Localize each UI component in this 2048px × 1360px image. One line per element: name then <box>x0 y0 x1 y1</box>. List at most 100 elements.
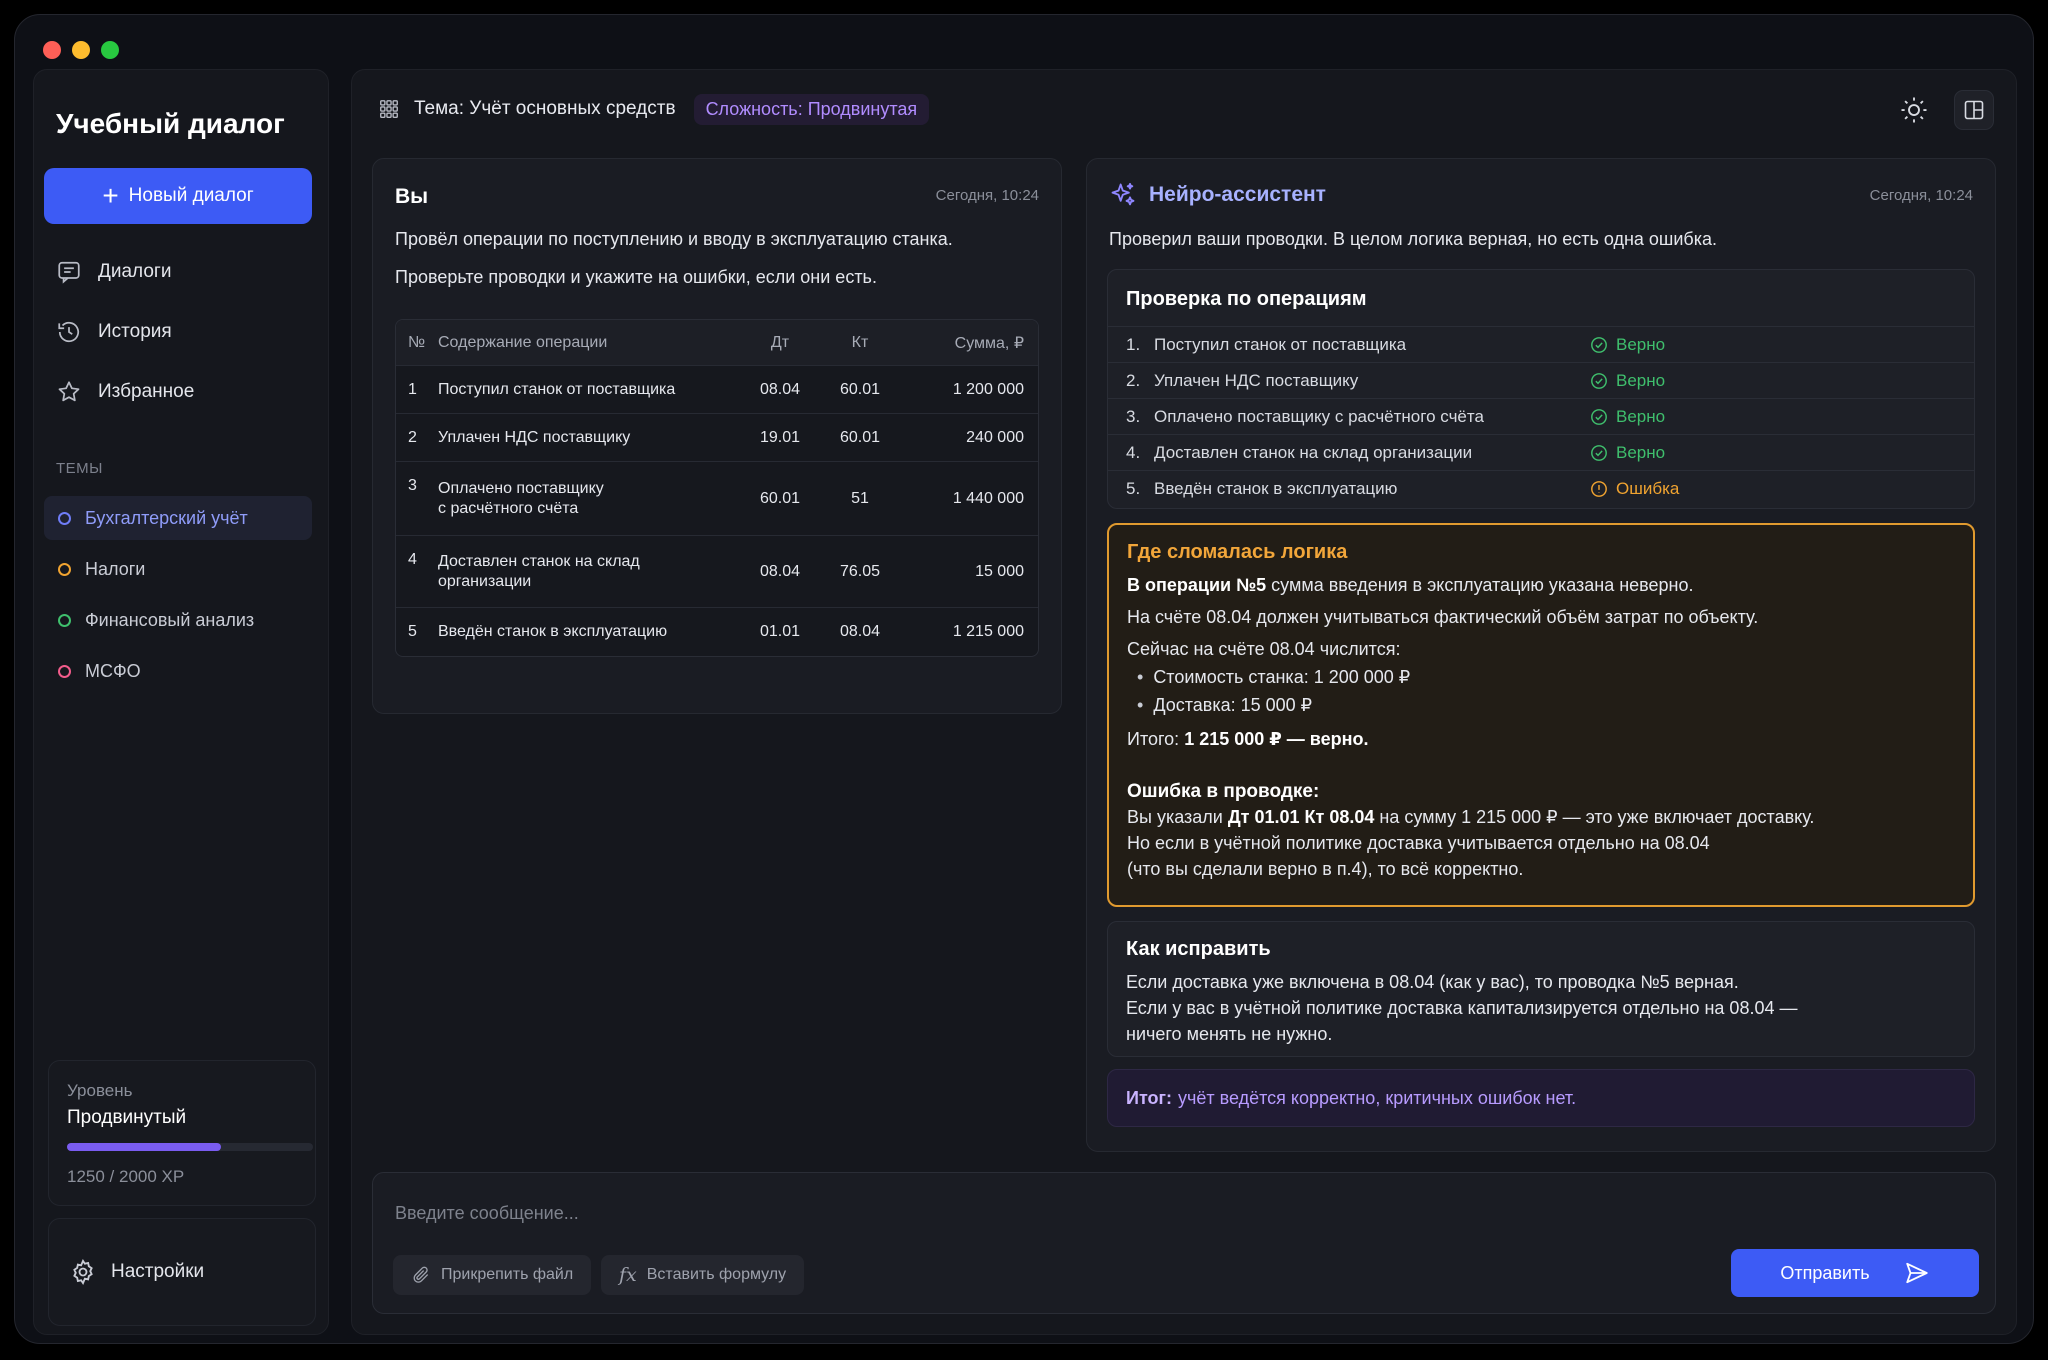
theme-item-ifrs[interactable]: МСФО <box>44 649 312 693</box>
check-text: Уплачен НДС поставщику <box>1154 370 1359 390</box>
status-badge: Ошибка <box>1590 479 1679 499</box>
result-summary: Итог: учёт ведётся корректно, критичных … <box>1107 1069 1975 1127</box>
total-line: Итого: 1 215 000 ₽ — верно. <box>1127 729 1369 750</box>
grid-icon <box>380 100 398 118</box>
check-text: Оплачено поставщику с расчётного счёта <box>1154 406 1484 426</box>
cell-text-line: с расчётного счёта <box>438 499 579 517</box>
text: Итого: <box>1127 729 1185 749</box>
logic-line: Но если в учётной политике доставка учит… <box>1127 833 1710 853</box>
bold-text: 1 215 000 ₽ — верно. <box>1184 729 1369 749</box>
new-dialog-button[interactable]: + Новый диалог <box>44 168 312 224</box>
paperclip-icon <box>413 1266 429 1283</box>
message-line: Проверьте проводки и укажите на ошибки, … <box>395 267 877 287</box>
send-button[interactable]: Отправить <box>1731 1249 1979 1297</box>
layout-toggle-button[interactable] <box>1954 90 1994 130</box>
sidebar-nav: Диалоги История Избранное <box>44 242 320 422</box>
logic-line: На счёте 08.04 должен учитываться фактич… <box>1127 607 1759 627</box>
fix-line: Если у вас в учётной политике доставка к… <box>1126 998 1798 1018</box>
theme-label: МСФО <box>85 660 141 681</box>
theme-dot-icon <box>58 664 71 678</box>
level-label: Уровень <box>67 1081 133 1100</box>
theme-toggle-button[interactable] <box>1894 90 1934 130</box>
cell-sum: 1 215 000 <box>952 623 1024 640</box>
column-header: Сумма, ₽ <box>900 320 1038 366</box>
sidebar-item-dialogs[interactable]: Диалоги <box>44 242 320 302</box>
check-text: Введён станок в эксплуатацию <box>1154 478 1398 498</box>
insert-formula-label: Вставить формулу <box>646 1266 787 1283</box>
check-circle-icon <box>1591 444 1607 461</box>
logic-line: В операции №5 сумма введения в эксплуата… <box>1127 575 1694 596</box>
cell-text-line: Поступил станок от поставщика <box>438 380 676 398</box>
sidebar-item-favorites[interactable]: Избранное <box>44 362 320 422</box>
zoom-window-button[interactable] <box>101 41 119 59</box>
insert-formula-button[interactable]: fx Вставить формулу <box>601 1255 805 1295</box>
cell-kt: 51 <box>820 462 900 536</box>
check-circle-icon <box>1591 408 1607 425</box>
check-text: Доставлен станок на склад организации <box>1154 442 1473 462</box>
send-icon <box>1905 1262 1928 1284</box>
list-item: 3. Оплачено поставщику с расчётного счёт… <box>1108 398 1974 434</box>
close-window-button[interactable] <box>43 41 61 59</box>
cell-text: Уплачен НДС поставщику <box>438 414 740 462</box>
level-value: Продвинутый <box>67 1107 187 1128</box>
settings-button[interactable]: Настройки <box>48 1218 316 1326</box>
cell-text: Оплачено поставщику с расчётного счёта <box>438 462 740 536</box>
sidebar-item-label: История <box>98 321 172 342</box>
topic-title: Тема: Учёт основных средств <box>414 98 676 119</box>
message-author: Вы <box>395 185 429 208</box>
status-badge: Верно <box>1590 407 1665 427</box>
theme-item-financial-analysis[interactable]: Финансовый анализ <box>44 598 312 642</box>
theme-item-accounting[interactable]: Бухгалтерский учёт <box>44 496 312 540</box>
status-badge: Верно <box>1590 371 1665 391</box>
check-title: Проверка по операциям <box>1126 288 1367 310</box>
logic-line: Вы указали Дт 01.01 Кт 08.04 на сумму 1 … <box>1127 807 1814 828</box>
theme-dot-icon <box>58 511 71 525</box>
cell-text-line: Доставлен станок на склад <box>438 552 640 570</box>
minimize-window-button[interactable] <box>72 41 90 59</box>
difficulty-badge: Сложность: Продвинутая <box>693 93 930 125</box>
user-message-card: Вы Сегодня, 10:24 Провёл операции по пос… <box>372 158 1062 714</box>
cell-dt: 01.01 <box>759 623 801 640</box>
sidebar-item-history[interactable]: История <box>44 302 320 362</box>
list-item: 5. Введён станок в эксплуатацию Ошибка <box>1108 470 1974 506</box>
status-text: Верно <box>1616 442 1666 462</box>
status-text: Ошибка <box>1616 478 1680 498</box>
star-icon <box>58 381 80 402</box>
topic-bar: Тема: Учёт основных средств Сложность: П… <box>378 92 930 126</box>
settings-label: Настройки <box>111 1261 205 1282</box>
check-rows: 1. Поступил станок от поставщика Верно 2… <box>1108 326 1974 506</box>
text: на сумму 1 215 000 ₽ — это уже включает … <box>1374 807 1815 827</box>
column-header: № <box>396 320 438 366</box>
warning-circle-icon <box>1591 480 1607 497</box>
new-dialog-label: Новый диалог <box>128 185 254 206</box>
operations-check-panel: Проверка по операциям 1. Поступил станок… <box>1107 269 1975 509</box>
history-icon <box>58 321 80 343</box>
assistant-message-card: Нейро-ассистент Сегодня, 10:24 Проверил … <box>1086 158 1996 1152</box>
operations-table: № Содержание операции Дт Кт Сумма, ₽ 1 П… <box>395 319 1039 657</box>
app-title: Учебный диалог <box>56 108 285 139</box>
message-line: Провёл операции по поступлению и вводу в… <box>395 229 953 249</box>
cell-no: 1 <box>396 366 438 414</box>
cell-text: Поступил станок от поставщика <box>438 366 740 414</box>
column-header: Кт <box>820 320 900 366</box>
cell-dt: 08.04 <box>740 536 820 608</box>
cell-no: 4 <box>396 536 438 608</box>
cell-sum: 15 000 <box>900 536 1038 608</box>
result-label: Итог: <box>1126 1087 1173 1108</box>
status-text: Верно <box>1616 406 1666 426</box>
cell-no: 3 <box>396 462 438 536</box>
assistant-intro: Проверил ваши проводки. В целом логика в… <box>1109 229 1718 249</box>
theme-label: Налоги <box>85 558 146 579</box>
cell-kt: 60.01 <box>820 366 900 414</box>
list-item: 4. Доставлен станок на склад организации… <box>1108 434 1974 470</box>
attach-file-label: Прикрепить файл <box>441 1266 574 1283</box>
bold-text: В операции №5 <box>1127 575 1267 595</box>
bold-text: Дт 01.01 Кт 08.04 <box>1227 807 1375 827</box>
text: Вы указали <box>1127 807 1228 827</box>
assistant-name: Нейро-ассистент <box>1149 183 1326 206</box>
attach-file-button[interactable]: Прикрепить файл <box>393 1255 592 1295</box>
xp-progress-fill <box>67 1143 221 1151</box>
theme-item-taxes[interactable]: Налоги <box>44 547 312 591</box>
message-input[interactable] <box>395 1191 1595 1235</box>
result-text: учёт ведётся корректно, критичных ошибок… <box>1178 1087 1577 1108</box>
